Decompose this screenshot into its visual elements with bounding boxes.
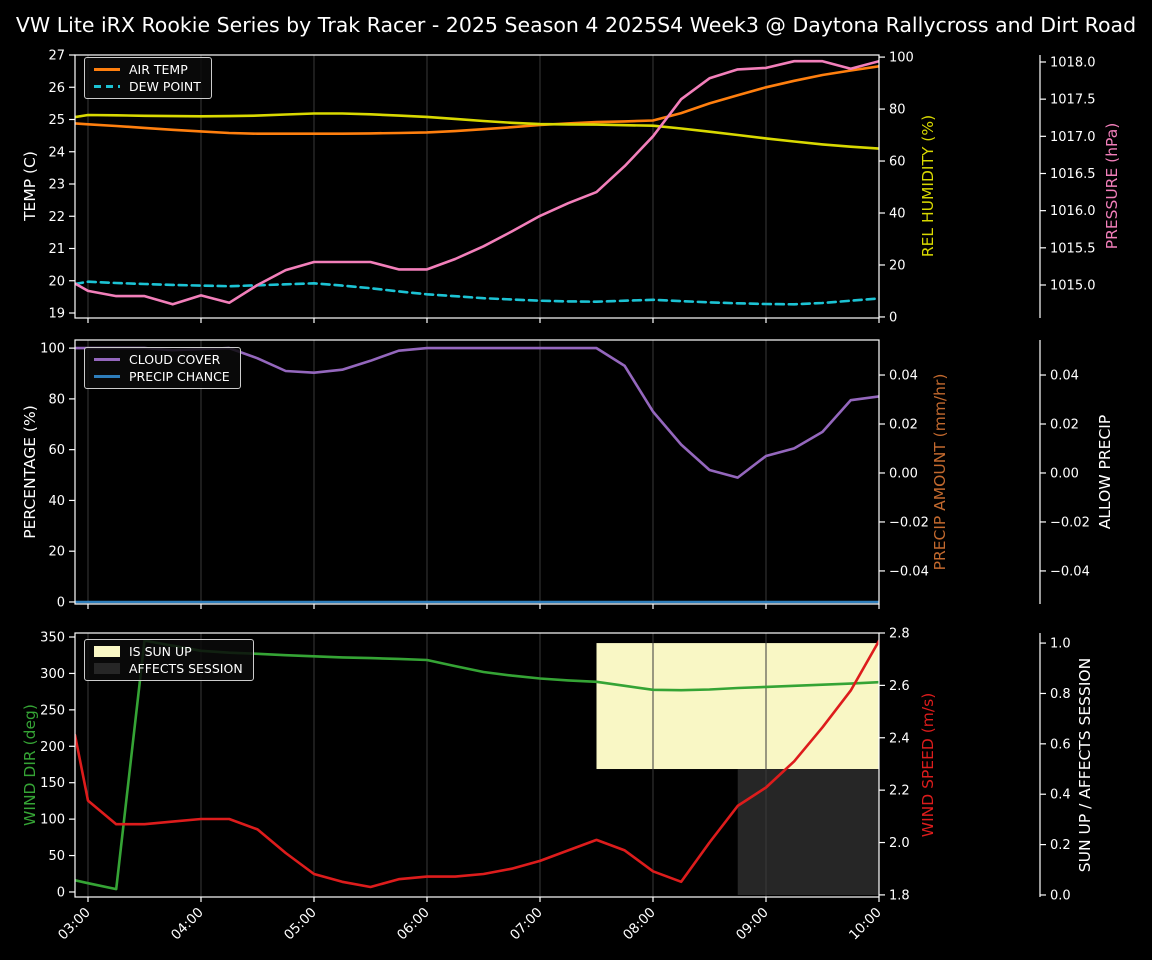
- x-tick-label: 07:00: [507, 905, 546, 944]
- band-is-sun-up: [596, 643, 879, 770]
- legend-item-air-temp: AIR TEMP: [94, 63, 201, 76]
- tick-label: 25: [48, 113, 65, 128]
- tick-label: 2.4: [889, 731, 910, 746]
- x-tick-label: 10:00: [846, 905, 885, 944]
- figure-title: VW Lite iRX Rookie Series by Trak Racer …: [15, 13, 1137, 37]
- tick-label: 0.04: [1050, 369, 1079, 384]
- tick-label: 50: [48, 849, 65, 864]
- tick-label: 0.6: [1050, 737, 1071, 752]
- tick-label: −0.04: [889, 564, 929, 579]
- tick-label: 150: [40, 776, 65, 791]
- tick-label: 1016.5: [1050, 167, 1096, 182]
- legend-cloud-plot: CLOUD COVER PRECIP CHANCE: [84, 347, 241, 389]
- tick-label: 2.6: [889, 679, 910, 694]
- legend-item-affects-session: AFFECTS SESSION: [94, 662, 243, 675]
- tick-label: 60: [889, 155, 906, 170]
- tick-label: 2.0: [889, 836, 910, 851]
- tick-label: 20: [48, 274, 65, 289]
- legend-label: DEW POINT: [129, 79, 201, 94]
- legend-item-cloud-cover: CLOUD COVER: [94, 353, 230, 366]
- tick-label: 24: [48, 145, 65, 160]
- tick-label: 1.0: [1050, 637, 1071, 652]
- x-tick-label: 06:00: [394, 905, 433, 944]
- legend-label: IS SUN UP: [129, 644, 192, 659]
- tick-label: 100: [40, 813, 65, 828]
- tick-label: 2.2: [889, 784, 910, 799]
- weather-forecast-figure: VW Lite iRX Rookie Series by Trak Racer …: [0, 0, 1152, 960]
- tick-label: 26: [48, 81, 65, 96]
- x-tick-label: 05:00: [281, 905, 320, 944]
- air-temp-line-swatch: [94, 68, 120, 71]
- tick-label: 350: [40, 631, 65, 646]
- affects-session-patch-swatch: [94, 663, 120, 674]
- tick-label: 0.0: [1050, 888, 1071, 903]
- legend-wind-plot: IS SUN UP AFFECTS SESSION: [84, 639, 254, 681]
- tick-label: 1017.0: [1050, 130, 1096, 145]
- tick-label: 60: [48, 443, 65, 458]
- x-tick-label: 04:00: [168, 905, 207, 944]
- tick-label: 1015.0: [1050, 278, 1096, 293]
- legend-item-is-sun-up: IS SUN UP: [94, 645, 243, 658]
- sun-up-patch-swatch: [94, 646, 120, 657]
- tick-label: 40: [889, 207, 906, 222]
- legend-label: AIR TEMP: [129, 62, 188, 77]
- tick-label: 0.4: [1050, 788, 1071, 803]
- legend-label: PRECIP CHANCE: [129, 369, 230, 384]
- legend-temp-plot: AIR TEMP DEW POINT: [84, 57, 212, 99]
- tick-label: 1.8: [889, 888, 910, 903]
- tick-label: 200: [40, 740, 65, 755]
- tick-label: 250: [40, 703, 65, 718]
- tick-label: 0.04: [889, 369, 918, 384]
- x-tick-label: 08:00: [620, 905, 659, 944]
- tick-label: 0.8: [1050, 687, 1071, 702]
- tick-label: 300: [40, 667, 65, 682]
- tick-label: 0: [57, 595, 65, 610]
- tick-label: 0.00: [889, 466, 918, 481]
- tick-label: 20: [48, 545, 65, 560]
- tick-label: 40: [48, 494, 65, 509]
- legend-label: AFFECTS SESSION: [129, 661, 243, 676]
- band-affects-session: [737, 769, 879, 895]
- dew-point-line-swatch: [94, 85, 120, 88]
- legend-label: CLOUD COVER: [129, 352, 221, 367]
- tick-label: 2.8: [889, 627, 910, 642]
- tick-label: 0: [57, 885, 65, 900]
- tick-label: 27: [48, 49, 65, 64]
- tick-label: 100: [40, 342, 65, 357]
- tick-label: 1016.0: [1050, 204, 1096, 219]
- legend-item-dew-point: DEW POINT: [94, 80, 201, 93]
- tick-label: −0.04: [1050, 564, 1090, 579]
- precip-chance-line-swatch: [94, 375, 120, 378]
- tick-label: 0.2: [1050, 838, 1071, 853]
- tick-label: 0.02: [1050, 418, 1079, 433]
- tick-label: 1015.5: [1050, 241, 1096, 256]
- tick-label: 1018.0: [1050, 55, 1096, 70]
- tick-label: −0.02: [889, 515, 929, 530]
- tick-label: 22: [48, 210, 65, 225]
- tick-label: 80: [889, 103, 906, 118]
- legend-item-precip-chance: PRECIP CHANCE: [94, 370, 230, 383]
- tick-label: 0.02: [889, 418, 918, 433]
- tick-label: 0.00: [1050, 466, 1079, 481]
- x-tick-label: 09:00: [733, 905, 772, 944]
- tick-label: 21: [48, 242, 65, 257]
- tick-label: 1017.5: [1050, 93, 1096, 108]
- tick-label: 80: [48, 392, 65, 407]
- tick-label: 20: [889, 258, 906, 273]
- series-dew-point: [75, 280, 879, 306]
- x-tick-label: 03:00: [55, 905, 94, 944]
- tick-label: −0.02: [1050, 515, 1090, 530]
- tick-label: 23: [48, 178, 65, 193]
- cloud-cover-line-swatch: [94, 358, 120, 361]
- tick-label: 100: [889, 51, 914, 66]
